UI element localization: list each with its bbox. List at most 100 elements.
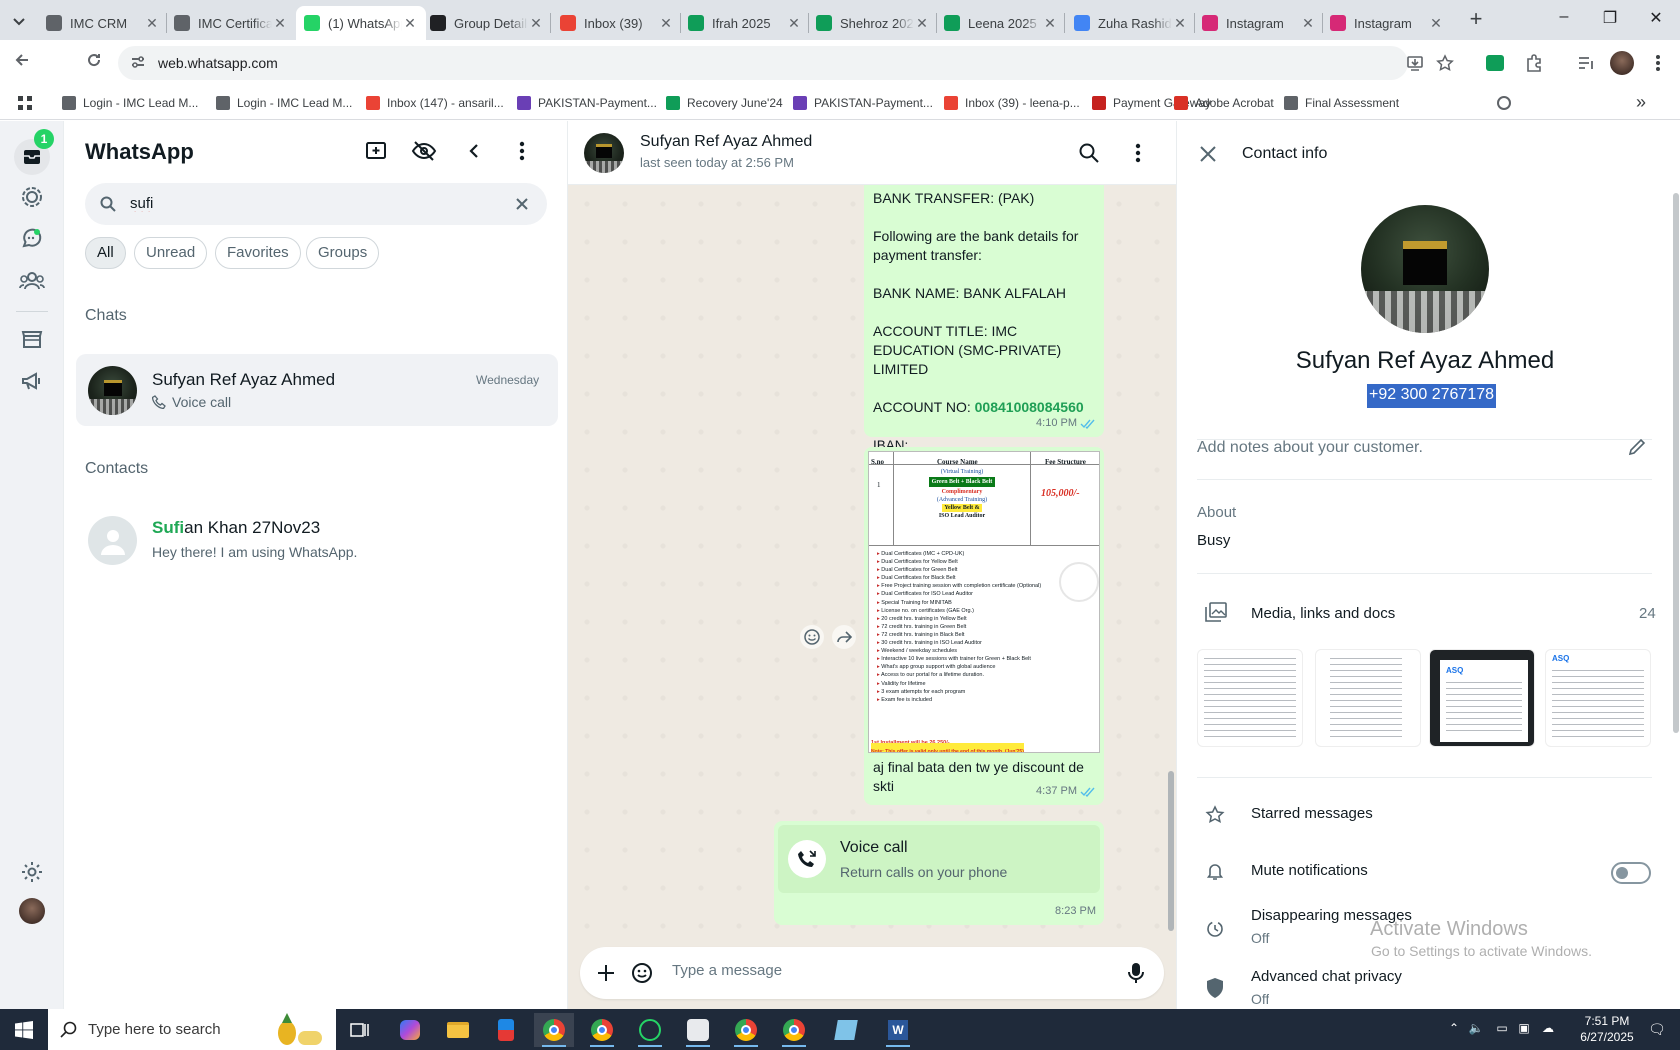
browser-tab[interactable]: Leena 2025 ✕ (936, 6, 1066, 40)
chat-row-sufyan[interactable]: Sufyan Ref Ayaz Ahmed Voice call Wednesd… (76, 354, 558, 426)
start-button[interactable] (0, 1009, 48, 1050)
back-button[interactable] (8, 49, 36, 77)
tab-close-icon[interactable]: ✕ (1428, 15, 1444, 32)
notifications-icon[interactable]: 🗨 (1648, 1021, 1666, 1037)
taskbar-search[interactable]: Type here to search (48, 1009, 336, 1050)
restore-button[interactable]: ❐ (1590, 8, 1630, 32)
media-thumb-3[interactable]: ASQ (1429, 649, 1535, 747)
forward-button[interactable] (832, 625, 856, 649)
mute-toggle[interactable] (1611, 862, 1651, 884)
reload-button[interactable] (80, 49, 108, 77)
browser-tab[interactable]: (1) WhatsApp ✕ (296, 6, 426, 40)
bookmark-extra-icon[interactable] (1497, 96, 1511, 110)
chrome-app-4[interactable] (774, 1013, 814, 1047)
bookmark-item[interactable]: Login - IMC Lead M... (62, 94, 198, 112)
tray-expand-icon[interactable]: ⌃ (1446, 1021, 1462, 1037)
address-bar[interactable]: web.whatsapp.com (118, 46, 1454, 80)
media-thumb-4[interactable]: ASQ (1545, 649, 1651, 747)
tab-close-icon[interactable]: ✕ (1042, 15, 1058, 32)
conversation-scrollbar[interactable] (1168, 771, 1174, 931)
install-app-icon[interactable] (1406, 54, 1424, 72)
media-link[interactable]: Media, links and docs (1251, 605, 1395, 622)
tab-close-icon[interactable]: ✕ (1172, 15, 1188, 32)
more-bookmarks-chevron-icon[interactable]: » (1636, 92, 1646, 113)
search-input[interactable] (130, 195, 490, 212)
contact-phone-selected[interactable]: +92 300 2767178 (1367, 384, 1497, 408)
browser-tab[interactable]: Shehroz 2025 ✕ (808, 6, 938, 40)
file-explorer-app[interactable] (438, 1013, 478, 1047)
conversation-header[interactable]: Sufyan Ref Ayaz Ahmed last seen today at… (568, 121, 1176, 185)
snipping-app[interactable] (486, 1013, 526, 1047)
clear-search-icon[interactable] (515, 197, 529, 211)
cloud-weather-icon[interactable]: ☁ (1540, 1021, 1556, 1037)
sticker-icon[interactable] (630, 961, 654, 985)
battery-icon[interactable]: ▭ (1494, 1021, 1510, 1037)
chrome-app-3[interactable] (726, 1013, 766, 1047)
info-scrollbar[interactable] (1673, 193, 1679, 733)
react-button[interactable] (800, 625, 824, 649)
new-tab-button[interactable]: + (1464, 8, 1488, 32)
new-chat-button[interactable] (362, 137, 390, 165)
browser-tab[interactable]: IMC Certification✕ (166, 6, 296, 40)
chrome-app-2[interactable] (582, 1013, 622, 1047)
catalog-nav-button[interactable] (16, 323, 48, 355)
whatsapp-desktop-app[interactable] (630, 1013, 670, 1047)
media-control-icon[interactable] (1576, 53, 1596, 73)
message-image[interactable]: S.no Course Name Fee Structure 1 (Virtua… (864, 447, 1104, 805)
task-view-button[interactable] (340, 1013, 380, 1047)
bookmark-item[interactable]: Final Assessment (1284, 94, 1399, 112)
browser-tab[interactable]: Zuha Rashid ✕ (1066, 6, 1196, 40)
tab-close-icon[interactable]: ✕ (144, 15, 160, 32)
message-voice-call[interactable]: Voice call Return calls on your phone 8:… (774, 821, 1104, 925)
notepad-app[interactable] (826, 1013, 866, 1047)
extensions-puzzle-icon[interactable] (1524, 53, 1544, 73)
profile-avatar[interactable] (1610, 51, 1634, 75)
taskbar-clock[interactable]: 7:51 PM 6/27/2025 (1576, 1013, 1638, 1045)
message-input[interactable] (672, 962, 1072, 979)
tab-close-icon[interactable]: ✕ (528, 15, 544, 32)
menu-button[interactable] (508, 137, 536, 165)
contact-row-sufian[interactable]: Sufian Khan 27Nov23 Hey there! I am usin… (76, 504, 558, 576)
notes-placeholder[interactable]: Add notes about your customer. (1197, 439, 1423, 457)
contact-avatar[interactable] (1361, 205, 1489, 333)
filter-groups[interactable]: Groups (306, 237, 380, 269)
tab-close-icon[interactable]: ✕ (786, 15, 802, 32)
communities-nav-button[interactable] (16, 265, 48, 297)
network-icon[interactable]: ▣ (1516, 1021, 1532, 1037)
site-info-icon[interactable] (130, 54, 146, 70)
fee-structure-image[interactable]: S.no Course Name Fee Structure 1 (Virtua… (868, 451, 1100, 753)
tab-close-icon[interactable]: ✕ (272, 15, 288, 32)
bookmark-item[interactable]: PAKISTAN-Payment... (793, 94, 933, 112)
pencil-icon[interactable] (1627, 437, 1647, 457)
search-icon[interactable] (1078, 142, 1100, 164)
clock-app[interactable] (678, 1013, 718, 1047)
hide-button[interactable] (410, 137, 438, 165)
tab-close-icon[interactable]: ✕ (1300, 15, 1316, 32)
bookmark-item[interactable]: Login - IMC Lead M... (216, 94, 352, 112)
message-bank-details[interactable]: BANK TRANSFER: (PAK) Following are the b… (864, 185, 1104, 472)
browser-tab[interactable]: IMC CRM ✕ (38, 6, 168, 40)
volume-icon[interactable]: 🔈 (1468, 1021, 1484, 1037)
bookmark-item[interactable]: Inbox (39) - leena-p... (944, 94, 1080, 112)
browser-tab[interactable]: Inbox (39) ✕ (552, 6, 682, 40)
filter-unread[interactable]: Unread (134, 237, 208, 269)
tab-close-icon[interactable]: ✕ (402, 15, 418, 32)
minimize-button[interactable]: – (1544, 8, 1584, 32)
browser-tab[interactable]: Instagram ✕ (1194, 6, 1324, 40)
starred-messages-link[interactable]: Starred messages (1251, 805, 1373, 822)
chrome-app-1[interactable] (534, 1013, 574, 1047)
browser-menu-button[interactable] (1648, 52, 1668, 74)
filter-all[interactable]: All (85, 237, 126, 269)
call-card[interactable]: Voice call Return calls on your phone (778, 825, 1100, 893)
microphone-icon[interactable] (1126, 961, 1146, 985)
bookmark-item[interactable]: Recovery June'24 (666, 94, 783, 112)
tab-search-button[interactable] (8, 10, 30, 32)
advanced-privacy-label[interactable]: Advanced chat privacy (1251, 968, 1402, 985)
apps-grid-icon[interactable] (17, 95, 33, 111)
browser-tab[interactable]: Instagram ✕ (1322, 6, 1452, 40)
ads-nav-button[interactable] (16, 365, 48, 397)
word-app[interactable]: W (878, 1013, 918, 1047)
more-vertical-icon[interactable] (1128, 142, 1148, 164)
bookmark-item[interactable]: Adobe Acrobat (1174, 94, 1274, 112)
status-nav-button[interactable] (16, 181, 48, 213)
